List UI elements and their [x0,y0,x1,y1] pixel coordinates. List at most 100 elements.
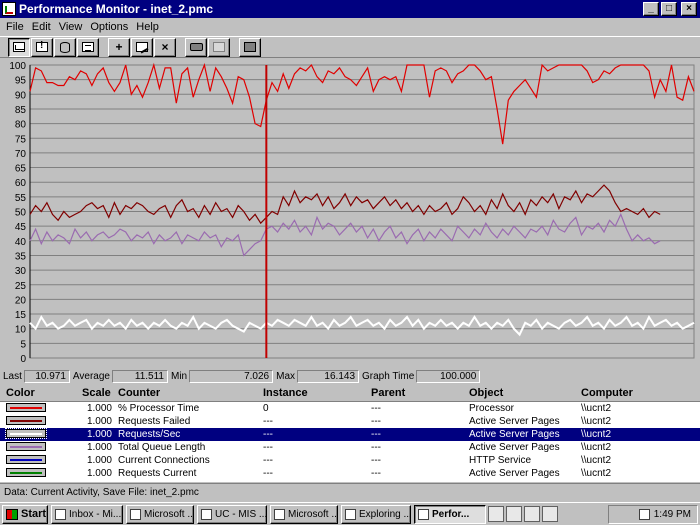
taskbar: Start Inbox - Mi... Microsoft ... UC - M… [0,502,700,525]
legend-instance: --- [263,455,273,466]
menu-bar: File Edit View Options Help [0,18,700,36]
max-value: 16.143 [297,369,360,383]
average-label: Average [72,370,110,382]
legend-object: Active Server Pages [469,416,560,427]
report-view-icon[interactable] [77,37,99,57]
add-counter-icon[interactable]: + [108,37,130,57]
toolbar: + × [0,36,700,58]
clock[interactable]: 1:49 PM [654,509,691,520]
swatch-line [10,472,42,474]
y-tick-label: 40 [15,237,27,248]
start-button[interactable]: Start [2,504,48,524]
legend-object: Active Server Pages [469,429,560,440]
legend-row[interactable]: 1.000 Requests/Sec --- --- Active Server Pag… [0,428,700,441]
menu-edit[interactable]: Edit [28,21,55,33]
log-view-icon[interactable] [54,37,76,57]
legend-object: Processor [469,403,515,414]
legend-counter: Total Queue Length [118,442,206,453]
menu-file[interactable]: File [2,21,28,33]
speaker-icon[interactable] [638,509,650,520]
word-icon [274,508,285,520]
alert-view-icon[interactable] [31,37,53,57]
task-label: Inbox - Mi... [69,508,122,520]
legend-row[interactable]: 1.000 Requests Failed --- --- Active Server … [0,415,700,428]
task-button[interactable]: Microsoft ... [270,504,338,524]
task-label: Microsoft ... [288,508,338,520]
edit-counter-icon[interactable] [131,37,153,57]
legend-row[interactable]: 1.000 Current Connections --- --- HTTP Servi… [0,454,700,467]
chart-view-icon[interactable] [8,37,30,57]
start-label: Start [21,508,47,520]
y-tick-label: 65 [15,164,27,175]
legend-instance: --- [263,442,273,453]
bookmark-icon[interactable] [208,37,230,57]
legend-computer: \\ucnt2 [581,416,612,427]
menu-help[interactable]: Help [132,21,163,33]
y-tick-label: 45 [15,222,27,233]
task-button[interactable]: Exploring ... [341,504,411,524]
y-tick-label: 5 [20,339,26,350]
task-button-active[interactable]: Perfor... [414,504,486,524]
legend-instance: --- [263,468,273,479]
header-scale: Scale [82,387,111,399]
legend-object: HTTP Service [469,455,532,466]
legend-counter: % Processor Time [118,403,200,414]
delete-counter-icon[interactable]: × [154,37,176,57]
app-icon[interactable] [2,2,16,16]
y-tick-label: 60 [15,178,27,189]
quicklaunch-icon[interactable] [488,506,504,522]
counter-legend[interactable]: 1.000 % Processor Time 0 --- Processor \\ucnt… [0,401,700,482]
swatch-line [10,446,42,448]
update-now-icon[interactable] [185,37,207,57]
legend-parent: --- [371,442,381,453]
last-label: Last [3,370,22,382]
swatch-line [10,420,42,422]
y-tick-label: 35 [15,251,27,262]
legend-row[interactable]: 1.000 % Processor Time 0 --- Processor \\ucnt… [0,402,700,415]
legend-parent: --- [371,468,381,479]
legend-row[interactable]: 1.000 Requests Current --- --- Active Server… [0,467,700,480]
y-tick-label: 30 [15,266,27,277]
app-icon [130,508,141,520]
y-tick-label: 15 [15,310,27,321]
header-parent: Parent [371,387,406,399]
chart-area[interactable]: 0 5 10 15 20 25 30 35 40 45 50 55 60 65 70 75 80 85 90 95 10… [0,60,700,368]
last-value: 10.971 [23,369,70,383]
max-label: Max [276,370,296,382]
swatch-line [10,459,42,461]
quicklaunch-icon[interactable] [524,506,540,522]
task-button[interactable]: Microsoft ... [126,504,194,524]
menu-options[interactable]: Options [86,21,132,33]
color-swatch [6,403,46,412]
performance-chart: 0 5 10 15 20 25 30 35 40 45 50 55 60 65 70 75 80 85 90 95 10… [9,61,695,365]
legend-object: Active Server Pages [469,442,560,453]
minimize-button[interactable]: _ [643,2,659,16]
task-button[interactable]: UC - MIS ... [197,504,267,524]
legend-header: Color Scale Counter Instance Parent Obje… [0,386,700,401]
menu-view[interactable]: View [55,21,87,33]
header-computer: Computer [581,387,633,399]
quicklaunch-icon[interactable] [506,506,522,522]
header-instance: Instance [263,387,308,399]
maximize-button[interactable]: □ [661,2,677,16]
color-swatch [6,442,46,451]
close-button[interactable]: × [681,2,697,16]
legend-scale: 1.000 [86,403,112,414]
legend-parent: --- [371,455,381,466]
color-swatch [6,468,46,477]
header-counter: Counter [118,387,161,399]
inbox-icon [55,508,66,520]
quicklaunch-icon[interactable] [542,506,558,522]
title-bar[interactable]: Performance Monitor - inet_2.pmc _ □ × [0,0,700,18]
y-tick-label: 70 [15,149,27,160]
average-value: 11.511 [111,369,168,383]
y-tick-label: 95 [15,76,27,87]
color-swatch [6,416,46,425]
legend-row[interactable]: 1.000 Total Queue Length --- --- Active Serv… [0,441,700,454]
options-icon[interactable] [239,37,261,57]
task-button[interactable]: Inbox - Mi... [51,504,123,524]
legend-scale: 1.000 [86,442,112,453]
legend-computer: \\ucnt2 [581,429,612,440]
y-tick-label: 50 [15,208,27,219]
y-tick-label: 20 [15,295,27,306]
